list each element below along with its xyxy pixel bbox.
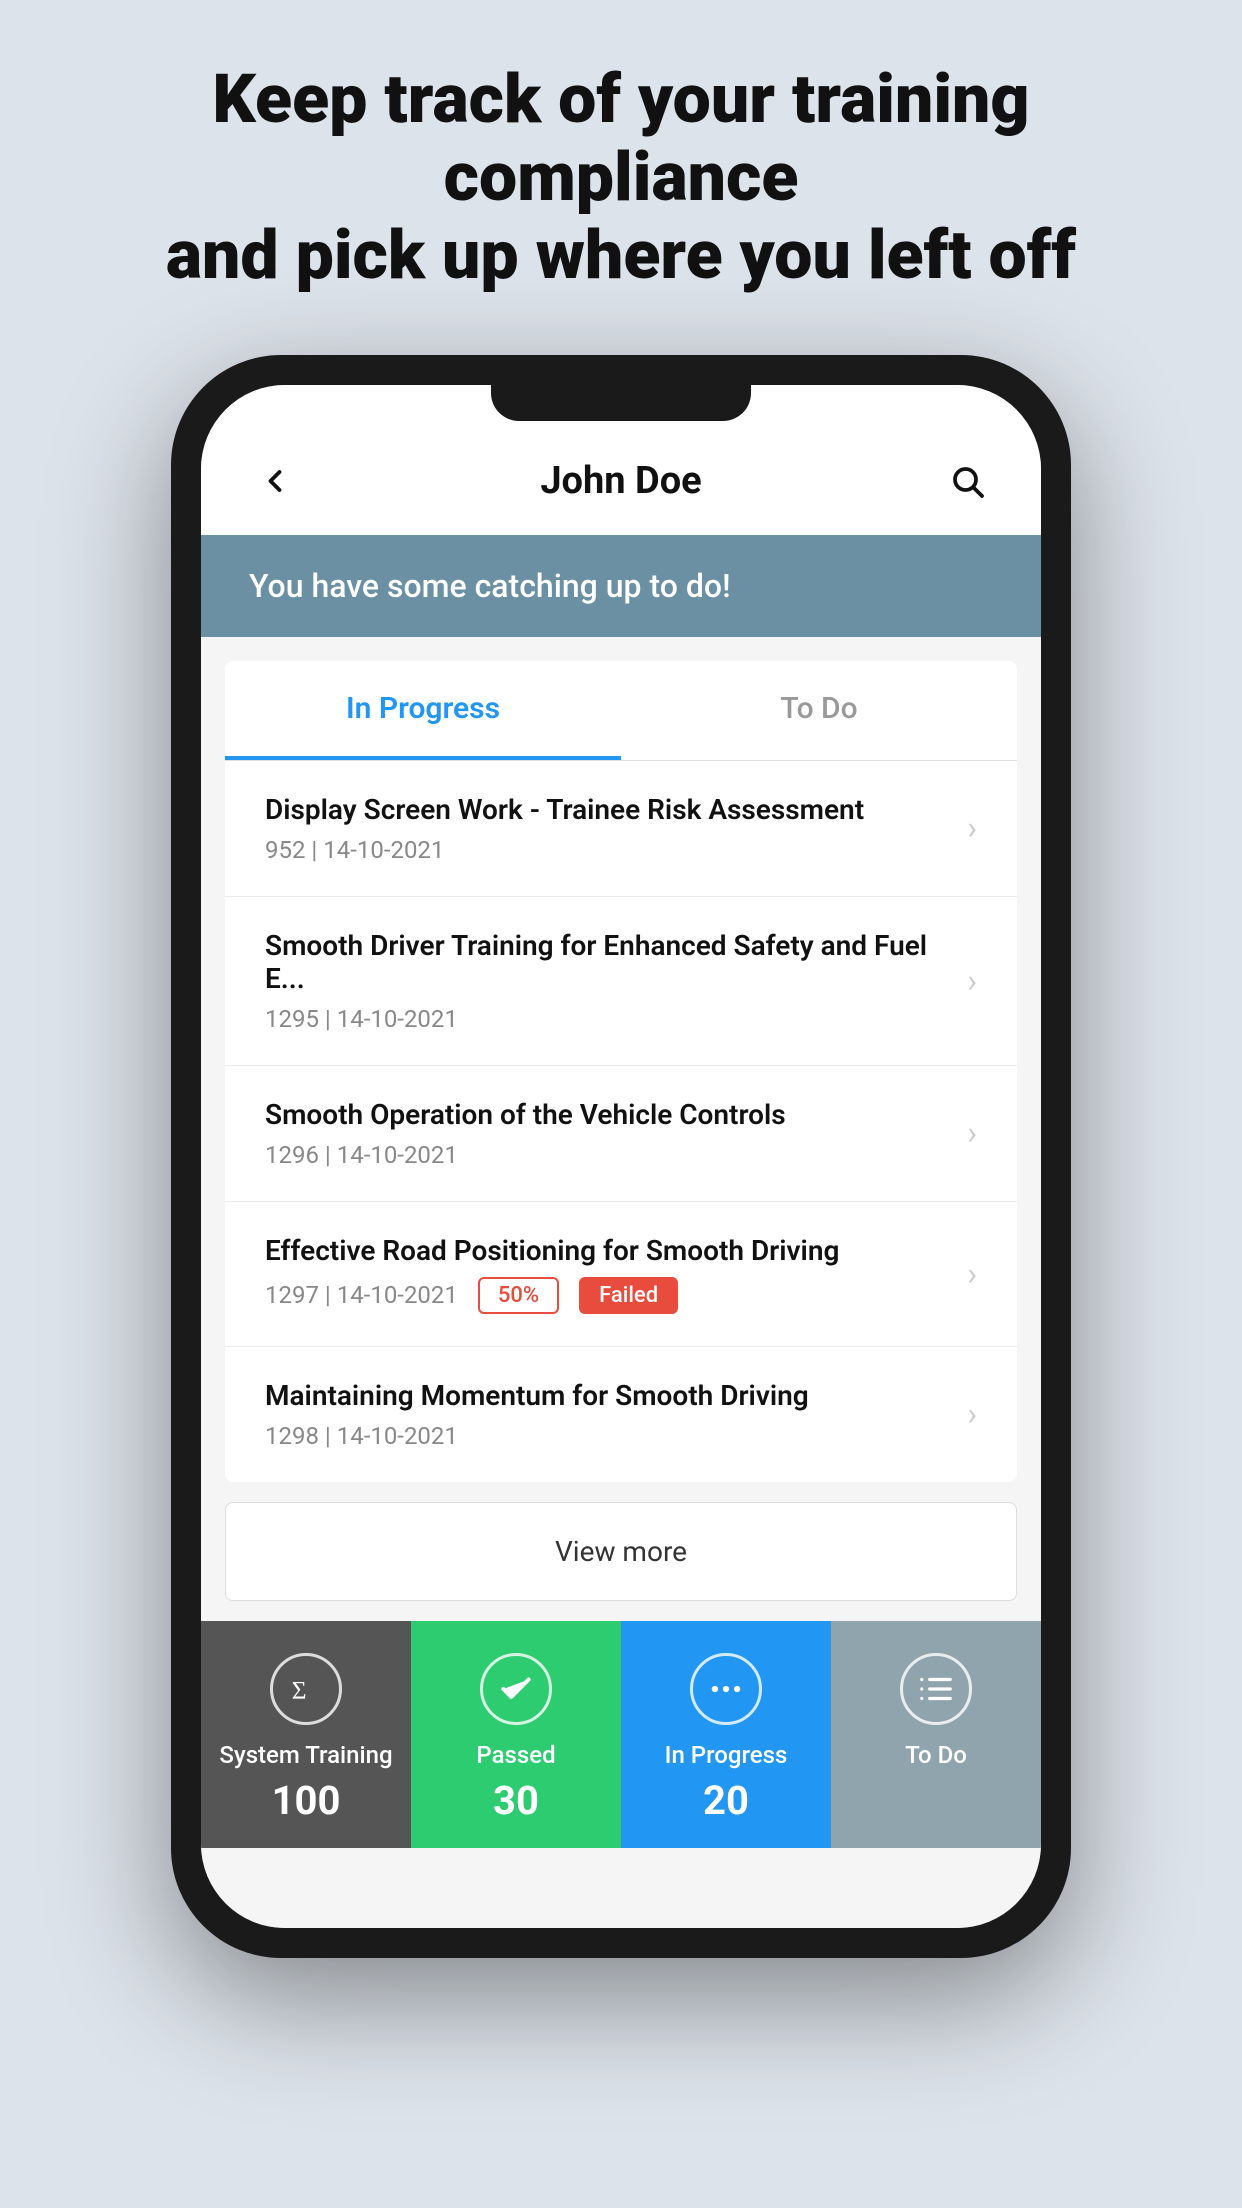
bottom-tab-todo-label: To Do <box>905 1741 967 1769</box>
chevron-right-icon: › <box>967 1255 977 1293</box>
svg-text:Σ: Σ <box>292 1676 307 1704</box>
back-button[interactable] <box>249 455 301 507</box>
dots-icon <box>690 1653 762 1725</box>
list-item-meta-text: 1298 | 14-10-2021 <box>265 1422 458 1450</box>
list-item-meta-text: 1296 | 14-10-2021 <box>265 1141 458 1169</box>
sigma-icon: Σ <box>270 1653 342 1725</box>
phone-screen: John Doe You have some catching up to do… <box>201 385 1041 1928</box>
bottom-tab-inprogress-count: 20 <box>703 1777 749 1824</box>
chevron-right-icon: › <box>967 809 977 847</box>
chevron-right-icon: › <box>967 1114 977 1152</box>
chevron-right-icon: › <box>967 1395 977 1433</box>
tab-to-do[interactable]: To Do <box>621 661 1017 760</box>
list-item-title: Maintaining Momentum for Smooth Driving <box>265 1379 951 1412</box>
list-item[interactable]: Maintaining Momentum for Smooth Driving … <box>225 1347 1017 1482</box>
view-more-button[interactable]: View more <box>225 1502 1017 1601</box>
check-icon <box>480 1653 552 1725</box>
headline: Keep track of your training compliance a… <box>0 60 1242 295</box>
list-item-meta-text: 952 | 14-10-2021 <box>265 836 444 864</box>
list-item-title: Smooth Operation of the Vehicle Controls <box>265 1098 951 1131</box>
percent-badge: 50% <box>478 1277 559 1314</box>
list-item-content: Effective Road Positioning for Smooth Dr… <box>265 1234 951 1314</box>
list-item[interactable]: Smooth Driver Training for Enhanced Safe… <box>225 897 1017 1066</box>
list-item-content: Maintaining Momentum for Smooth Driving … <box>265 1379 951 1450</box>
list-item-meta: 1296 | 14-10-2021 <box>265 1141 951 1169</box>
headline-line2: and pick up where you left off <box>166 215 1076 295</box>
list-item-title: Effective Road Positioning for Smooth Dr… <box>265 1234 951 1267</box>
bottom-tab-system[interactable]: Σ System Training 100 <box>201 1621 411 1848</box>
bottom-tab-system-count: 100 <box>272 1777 341 1824</box>
list-item-meta: 1297 | 14-10-2021 50% Failed <box>265 1277 951 1314</box>
list-item-content: Smooth Operation of the Vehicle Controls… <box>265 1098 951 1169</box>
banner: You have some catching up to do! <box>201 535 1041 637</box>
bottom-tab-passed-count: 30 <box>493 1777 539 1824</box>
list-item-title: Smooth Driver Training for Enhanced Safe… <box>265 929 951 995</box>
bottom-tab-passed[interactable]: Passed 30 <box>411 1621 621 1848</box>
chevron-right-icon: › <box>967 962 977 1000</box>
bottom-tab-passed-label: Passed <box>476 1741 555 1769</box>
list-item-meta-text: 1297 | 14-10-2021 <box>265 1281 458 1309</box>
bottom-tab-bar: Σ System Training 100 Passed 30 <box>201 1621 1041 1928</box>
list-icon <box>900 1653 972 1725</box>
list-item[interactable]: Smooth Operation of the Vehicle Controls… <box>225 1066 1017 1202</box>
list-item[interactable]: Display Screen Work - Trainee Risk Asses… <box>225 761 1017 897</box>
training-list: Display Screen Work - Trainee Risk Asses… <box>225 761 1017 1482</box>
list-item[interactable]: Effective Road Positioning for Smooth Dr… <box>225 1202 1017 1347</box>
list-item-title: Display Screen Work - Trainee Risk Asses… <box>265 793 951 826</box>
list-item-meta: 1295 | 14-10-2021 <box>265 1005 951 1033</box>
phone-shell: John Doe You have some catching up to do… <box>171 355 1071 1958</box>
banner-text: You have some catching up to do! <box>249 567 993 605</box>
list-item-content: Smooth Driver Training for Enhanced Safe… <box>265 929 951 1033</box>
list-item-meta: 952 | 14-10-2021 <box>265 836 951 864</box>
status-badge: Failed <box>579 1277 678 1314</box>
bottom-tab-inprogress-label: In Progress <box>665 1741 788 1769</box>
headline-line1: Keep track of your training compliance <box>212 59 1029 217</box>
bottom-tab-inprogress[interactable]: In Progress 20 <box>621 1621 831 1848</box>
list-item-content: Display Screen Work - Trainee Risk Asses… <box>265 793 951 864</box>
list-item-meta-text: 1295 | 14-10-2021 <box>265 1005 458 1033</box>
bottom-tab-system-label: System Training <box>219 1741 392 1769</box>
page-title: John Doe <box>540 459 701 503</box>
tab-in-progress[interactable]: In Progress <box>225 661 621 760</box>
tab-bar: In Progress To Do <box>225 661 1017 761</box>
list-item-meta: 1298 | 14-10-2021 <box>265 1422 951 1450</box>
search-button[interactable] <box>941 455 993 507</box>
phone-notch <box>491 385 751 421</box>
bottom-tab-todo[interactable]: To Do <box>831 1621 1041 1848</box>
